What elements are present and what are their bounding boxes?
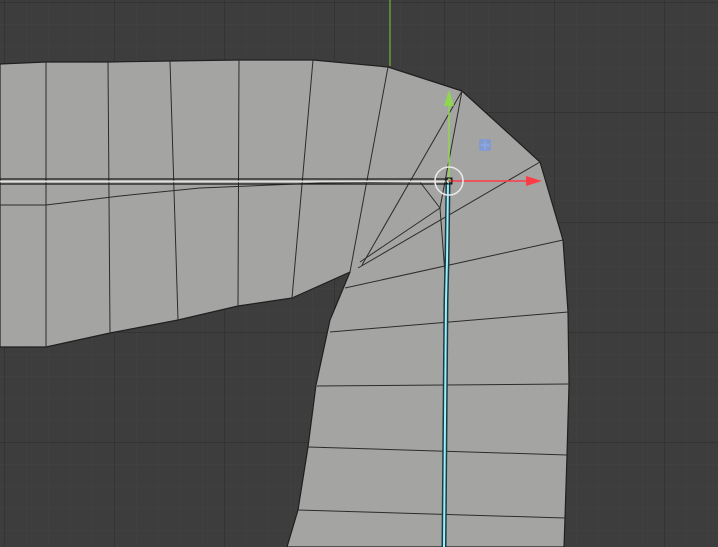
xy-plane-handle-icon[interactable] [479,139,491,151]
viewport-canvas[interactable] [0,0,718,547]
3d-viewport[interactable] [0,0,718,547]
